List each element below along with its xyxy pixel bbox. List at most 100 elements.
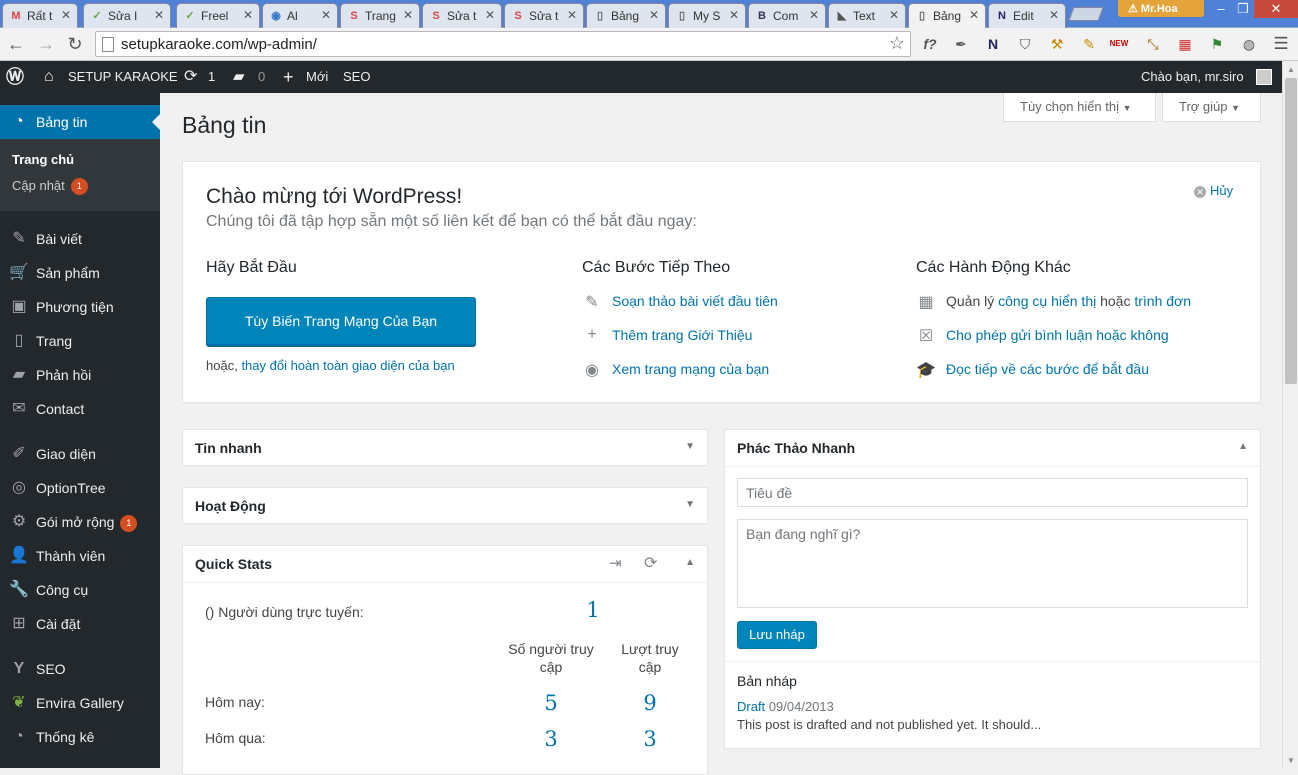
extension-fquery-icon[interactable]: f? <box>919 33 941 55</box>
home-icon[interactable]: ⌂ <box>44 61 54 93</box>
menu-media[interactable]: ▣ Phương tiện <box>0 290 160 324</box>
bookmark-star-icon[interactable]: ☆ <box>889 33 905 54</box>
back-button[interactable]: ← <box>5 33 27 55</box>
plus-icon[interactable]: + <box>283 61 294 93</box>
comments-count[interactable]: 0 <box>258 61 265 93</box>
hammer-icon[interactable]: ⚒ <box>1046 33 1068 55</box>
close-tab-icon[interactable]: ✕ <box>649 8 659 22</box>
scroll-down-arrow-icon[interactable]: ▼ <box>1287 756 1295 765</box>
learn-more-link[interactable]: 🎓 Đọc tiếp về các bước để bắt đầu <box>916 361 1149 379</box>
close-tab-icon[interactable]: ✕ <box>1049 8 1059 22</box>
resize-icon[interactable]: ⤡ <box>1142 33 1164 55</box>
menu-optiontree[interactable]: ◎ OptionTree <box>0 471 160 505</box>
draft-link[interactable]: Draft <box>737 699 765 714</box>
shield-icon[interactable]: ⛉ <box>1014 33 1036 55</box>
browser-tab[interactable]: ▯ Bảng ✕ <box>586 3 666 28</box>
browser-tab[interactable]: N Edit ✕ <box>988 3 1066 28</box>
menu-products[interactable]: 🛒 Sản phẩm <box>0 256 160 290</box>
close-tab-icon[interactable]: ✕ <box>403 8 413 22</box>
flag-icon[interactable]: ⚑ <box>1206 33 1228 55</box>
menu-plugins[interactable]: ⚙ Gói mở rộng 1 <box>0 505 160 539</box>
close-tab-icon[interactable]: ✕ <box>729 8 739 22</box>
collapse-arrow-icon[interactable]: ▲ <box>1238 441 1248 452</box>
maximize-button[interactable]: ❐ <box>1230 0 1256 18</box>
close-tab-icon[interactable]: ✕ <box>61 8 71 22</box>
reload-button[interactable]: ↻ <box>64 33 86 55</box>
toggle-arrow-icon[interactable]: ▼ <box>685 499 695 510</box>
manage-menus-link[interactable]: trình đơn <box>1134 293 1191 309</box>
browser-tab[interactable]: ✓ Freel ✕ <box>176 3 260 28</box>
menu-comments[interactable]: ▰ Phản hồi <box>0 358 160 392</box>
wordpress-logo-icon[interactable]: Ⓦ <box>6 61 24 93</box>
export-icon[interactable]: ⇥ <box>609 554 622 572</box>
screen-options-button[interactable]: Tùy chọn hiển thị ▼ <box>1003 93 1156 122</box>
quick-stats-title[interactable]: Quick Stats <box>195 556 272 572</box>
refresh-icon[interactable]: ⟳ <box>644 553 657 573</box>
scrollbar-thumb[interactable] <box>1285 78 1297 384</box>
window-close-button[interactable]: ✕ <box>1254 0 1298 18</box>
menu-posts[interactable]: ✎ Bài viết <box>0 222 160 256</box>
draft-content-textarea[interactable]: Bạn đang nghĩ gì? <box>737 519 1248 608</box>
browser-tab[interactable]: M Rất t ✕ <box>2 3 78 28</box>
close-tab-icon[interactable]: ✕ <box>889 8 899 22</box>
menu-users[interactable]: 👤 Thành viên <box>0 539 160 573</box>
close-tab-icon[interactable]: ✕ <box>321 8 331 22</box>
browser-tab[interactable]: ✓ Sửa I ✕ <box>83 3 171 28</box>
browser-tab-active[interactable]: ▯ Bảng ✕ <box>908 3 986 29</box>
updates-count[interactable]: 1 <box>208 61 215 93</box>
dismiss-link[interactable]: ✕ Hủy <box>1194 183 1233 198</box>
calendar-icon[interactable]: ▦ <box>1174 33 1196 55</box>
menu-statistics[interactable]: ◔ Thống kê <box>0 720 160 754</box>
menu-dashboard[interactable]: ◔ Bảng tin <box>0 105 160 139</box>
eyedropper-icon[interactable]: ✒ <box>950 33 972 55</box>
view-site-link[interactable]: ◉ Xem trang mạng của bạn <box>582 361 769 379</box>
browser-tab[interactable]: B Com ✕ <box>748 3 826 28</box>
browser-tab[interactable]: ◣ Text ✕ <box>828 3 906 28</box>
change-theme-link[interactable]: thay đổi hoàn toàn giao diện của bạn <box>241 358 454 373</box>
activity-title[interactable]: Hoạt Động <box>195 498 266 514</box>
save-draft-button[interactable]: Lưu nháp <box>737 621 817 649</box>
menu-contact[interactable]: ✉ Contact <box>0 392 160 426</box>
browser-tab[interactable]: ◉ Al ✕ <box>262 3 338 28</box>
submenu-home[interactable]: Trang chủ <box>12 152 74 167</box>
manage-widgets-link[interactable]: công cụ hiển thị <box>998 293 1096 309</box>
page-scrollbar[interactable]: ▲ ▼ <box>1282 61 1298 768</box>
add-about-page-link[interactable]: + Thêm trang Giới Thiệu <box>582 326 752 343</box>
help-button[interactable]: Trợ giúp ▼ <box>1162 93 1261 122</box>
comments-toggle-link[interactable]: ☒ Cho phép gửi bình luận hoặc không <box>916 327 1169 345</box>
browser-user-badge[interactable]: ⚠ Mr.Hoa <box>1118 0 1204 17</box>
browser-tab[interactable]: S Trang ✕ <box>340 3 420 28</box>
quick-draft-title[interactable]: Phác Thảo Nhanh <box>737 440 855 456</box>
draft-title-input[interactable]: Tiêu đề <box>737 478 1248 507</box>
close-tab-icon[interactable]: ✕ <box>969 8 979 22</box>
address-bar[interactable]: setupkaraoke.com/wp-admin/ ☆ <box>95 31 911 57</box>
seo-link[interactable]: SEO <box>343 61 370 93</box>
new-badge-icon[interactable]: NEW <box>1108 33 1130 55</box>
comments-icon[interactable]: ▰ <box>233 61 245 93</box>
new-tab-button[interactable] <box>1068 7 1104 21</box>
at-a-glance-title[interactable]: Tin nhanh <box>195 440 262 456</box>
menu-seo[interactable]: Y SEO <box>0 652 160 686</box>
collapse-arrow-icon[interactable]: ▲ <box>685 557 695 568</box>
avatar[interactable] <box>1256 69 1272 85</box>
close-tab-icon[interactable]: ✕ <box>154 8 164 22</box>
toggle-arrow-icon[interactable]: ▼ <box>685 441 695 452</box>
menu-pages[interactable]: ▯ Trang <box>0 324 160 358</box>
new-content-link[interactable]: Mới <box>306 61 328 93</box>
submenu-updates[interactable]: Cập nhật 1 <box>12 178 88 196</box>
menu-envira-gallery[interactable]: ❦ Envira Gallery <box>0 686 160 720</box>
forward-button[interactable]: → <box>35 33 57 55</box>
close-tab-icon[interactable]: ✕ <box>485 8 495 22</box>
close-tab-icon[interactable]: ✕ <box>243 8 253 22</box>
browser-tab[interactable]: S Sửa t ✕ <box>422 3 502 28</box>
scroll-up-arrow-icon[interactable]: ▲ <box>1287 65 1295 74</box>
site-name-link[interactable]: SETUP KARAOKE <box>68 61 178 93</box>
customize-site-button[interactable]: Tùy Biến Trang Mạng Của Bạn <box>206 297 476 345</box>
pencil-icon[interactable]: ✎ <box>1078 33 1100 55</box>
account-greeting[interactable]: Chào bạn, mr.siro <box>1141 61 1244 93</box>
close-tab-icon[interactable]: ✕ <box>809 8 819 22</box>
close-tab-icon[interactable]: ✕ <box>567 8 577 22</box>
updates-icon[interactable]: ⟳ <box>184 61 197 93</box>
write-first-post-link[interactable]: ✎ Soạn thảo bài viết đầu tiên <box>582 293 778 311</box>
circle-extension-icon[interactable]: ◍ <box>1238 33 1260 55</box>
